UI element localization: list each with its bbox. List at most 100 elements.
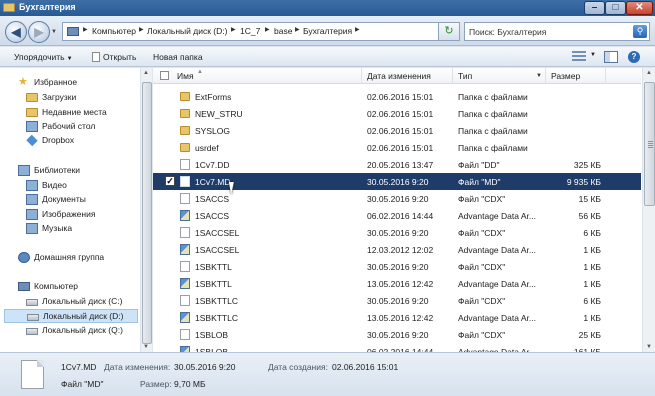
table-row[interactable]: 1SACCS 30.05.2016 9:20 Файл "CDX" 15 КБ (153, 190, 641, 207)
table-row[interactable]: NEW_STRU 02.06.2016 15:01 Папка с файлами (153, 105, 641, 122)
chevron-right-icon[interactable]: ▶ (265, 26, 270, 33)
table-row[interactable]: 1SBKTTL 30.05.2016 9:20 Файл "CDX" 1 КБ (153, 258, 641, 275)
minimize-button[interactable]: – (584, 1, 605, 15)
type-filter-dropdown-icon[interactable]: ▼ (536, 73, 542, 79)
file-type-cell: Папка с файлами (458, 109, 528, 119)
details-modified-value: 30.05.2016 9:20 (174, 362, 236, 372)
open-button[interactable]: Открыть (92, 52, 136, 62)
file-date-cell: 30.05.2016 9:20 (367, 296, 429, 306)
breadcrumb-base[interactable]: base (274, 26, 292, 36)
refresh-button[interactable]: ↻ (438, 22, 460, 41)
back-button[interactable]: ◀ (5, 21, 27, 43)
table-row[interactable]: 1SBKTTLC 13.05.2016 12:42 Advantage Data A… (153, 309, 641, 326)
file-type-cell: Файл "CDX" (458, 330, 506, 340)
column-divider[interactable] (361, 68, 362, 84)
file-size-cell: 25 КБ (578, 330, 601, 340)
chevron-down-icon: ▼ (66, 56, 73, 62)
nav-label: Рабочий стол (42, 121, 96, 131)
table-row[interactable]: 1SACCSEL 30.05.2016 9:20 Файл "CDX" 6 КБ (153, 224, 641, 241)
preview-pane-icon[interactable] (604, 51, 618, 63)
select-all-checkbox[interactable] (160, 71, 169, 80)
breadcrumb-drive-d[interactable]: Локальный диск (D:) (147, 26, 227, 36)
file-type-cell: Папка с файлами (458, 126, 528, 136)
column-divider[interactable] (545, 68, 546, 84)
nav-label: Локальный диск (Q:) (42, 325, 123, 335)
open-label: Открыть (103, 52, 137, 62)
file-size-cell: 1 КБ (583, 262, 601, 272)
view-dropdown-icon[interactable]: ▼ (590, 52, 596, 64)
table-row[interactable]: SYSLOG 02.06.2016 15:01 Папка с файлами (153, 122, 641, 139)
address-bar[interactable]: ▶ Компьютер ▶ Локальный диск (D:) ▶ 1C_7… (62, 22, 458, 41)
file-list-scrollbar[interactable]: ▲ ▼ (642, 68, 655, 352)
column-header-size[interactable]: Размер (551, 71, 580, 81)
file-icon (180, 227, 190, 238)
file-type-cell: Файл "CDX" (458, 194, 506, 204)
maximize-button[interactable]: □ (605, 1, 626, 15)
file-size-cell: 56 КБ (578, 211, 601, 221)
nav-drive-d[interactable]: Локальный диск (D:) (4, 309, 138, 323)
details-file-name: 1Cv7.MD (61, 362, 97, 372)
file-date-cell: 30.05.2016 9:20 (367, 262, 429, 272)
title-bar[interactable]: Бухгалтерия – □ ✕ (0, 0, 655, 16)
file-name-cell: 1SBKTTLC (195, 313, 238, 323)
table-row[interactable]: 1SBKTTL 13.05.2016 12:42 Advantage Data Ar… (153, 275, 641, 292)
scroll-down-arrow-icon[interactable]: ▼ (143, 344, 149, 350)
column-header-row: Имя ▲ Дата изменения Тип ▼ Размер (153, 68, 641, 84)
folder-icon (180, 92, 190, 101)
help-icon[interactable]: ? (628, 51, 640, 63)
search-icon[interactable]: ⚲ (633, 25, 647, 38)
chevron-right-icon[interactable]: ▶ (139, 26, 144, 33)
file-name-cell: 1SACCSEL (195, 228, 240, 238)
breadcrumb-computer[interactable]: Компьютер (92, 26, 136, 36)
search-box[interactable]: ⚲ (464, 22, 650, 41)
chevron-right-icon[interactable]: ▶ (231, 26, 236, 33)
breadcrumb-buhgalteriya[interactable]: Бухгалтерия (303, 26, 352, 36)
chevron-right-icon[interactable]: ▶ (83, 26, 88, 33)
scroll-down-arrow-icon[interactable]: ▼ (646, 344, 652, 350)
video-icon (26, 180, 38, 191)
chevron-right-icon[interactable]: ▶ (295, 26, 300, 33)
search-input[interactable] (465, 23, 633, 40)
new-folder-button[interactable]: Новая папка (153, 52, 203, 62)
scroll-up-arrow-icon[interactable]: ▲ (143, 70, 149, 76)
file-name-cell: 1SBKTTL (195, 262, 232, 272)
table-row[interactable]: 1SACCSEL 12.03.2012 12:02 Advantage Data A… (153, 241, 641, 258)
file-date-cell: 30.05.2016 9:20 (367, 194, 429, 204)
table-row[interactable]: ExtForms 02.06.2016 15:01 Папка с файлами (153, 88, 641, 105)
table-row[interactable]: 1SBLOB 30.05.2016 9:20 Файл "CDX" 25 КБ (153, 326, 641, 343)
file-type-cell: Advantage Data Ar... (458, 211, 536, 221)
ads-file-icon (180, 244, 190, 255)
column-divider[interactable] (452, 68, 453, 84)
forward-button[interactable]: ▶ (28, 21, 50, 43)
file-date-cell: 06.02.2016 14:44 (367, 211, 434, 221)
recent-pages-dropdown[interactable]: ▼ (51, 29, 57, 35)
scroll-up-arrow-icon[interactable]: ▲ (646, 70, 652, 76)
file-date-cell: 02.06.2016 15:01 (367, 143, 434, 153)
file-name-cell: 1Cv7.DD (195, 160, 230, 170)
chevron-right-icon[interactable]: ▶ (355, 26, 360, 33)
table-row[interactable]: 1Cv7.DD 20.05.2016 13:47 Файл "DD" 325 КБ (153, 156, 641, 173)
table-row[interactable]: 1SACCS 06.02.2016 14:44 Advantage Data Ar.… (153, 207, 641, 224)
nav-label: Загрузки (42, 92, 77, 102)
file-name-cell: ExtForms (195, 92, 232, 102)
nav-label: Недавние места (42, 107, 107, 117)
star-icon: ★ (18, 76, 28, 88)
breadcrumb-1c7[interactable]: 1C_7 (240, 26, 260, 36)
file-list-scrollbar-thumb[interactable] (644, 82, 655, 206)
row-checkbox[interactable]: ✓ (165, 176, 175, 186)
file-type-cell: Advantage Data Ar... (458, 313, 536, 323)
table-row[interactable]: usrdef 02.06.2016 15:01 Папка с файлами (153, 139, 641, 156)
nav-label: Документы (42, 194, 86, 204)
column-header-date[interactable]: Дата изменения (367, 71, 431, 81)
nav-scrollbar-thumb[interactable] (142, 82, 152, 344)
close-button[interactable]: ✕ (626, 1, 653, 15)
organize-button[interactable]: Упорядочить ▼ (14, 52, 73, 62)
nav-scrollbar[interactable]: ▲ ▼ (140, 68, 152, 352)
folder-icon (180, 109, 190, 118)
table-row[interactable]: ✓ 1Cv7.MD 30.05.2016 9:20 Файл "MD" 9 935 КБ (153, 173, 641, 195)
column-header-type[interactable]: Тип (458, 71, 472, 81)
column-header-name[interactable]: Имя (177, 71, 194, 81)
table-row[interactable]: 1SBKTTLC 30.05.2016 9:20 Файл "CDX" 6 КБ (153, 292, 641, 309)
change-view-icon[interactable] (572, 51, 586, 63)
column-divider[interactable] (605, 68, 606, 84)
